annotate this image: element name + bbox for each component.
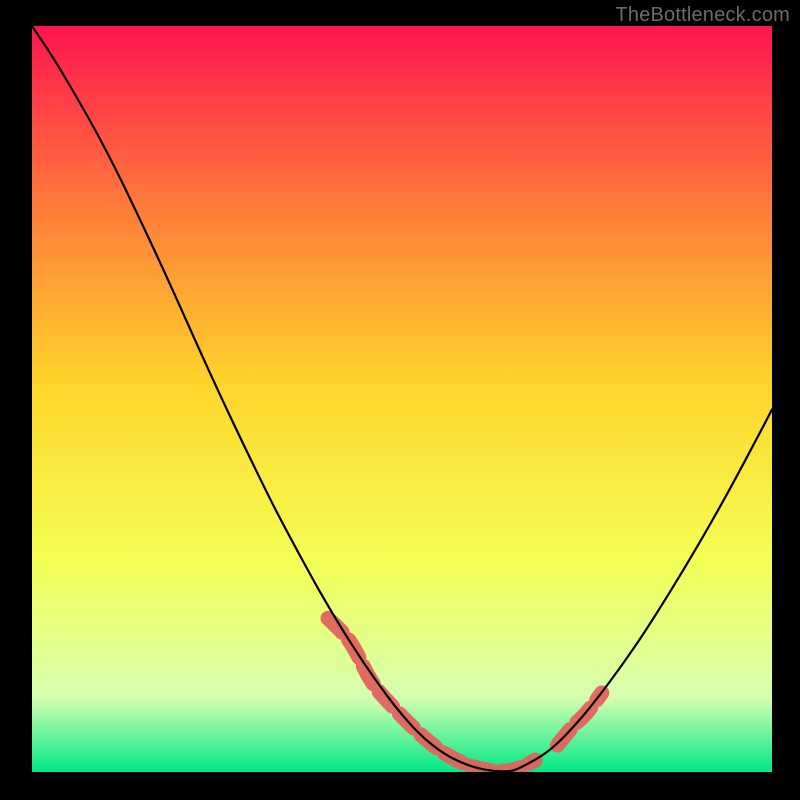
gradient-background [32,26,772,772]
chart-frame: TheBottleneck.com [0,0,800,800]
plot-area [32,26,772,772]
attribution-text: TheBottleneck.com [615,4,790,27]
bottleneck-chart [32,26,772,772]
